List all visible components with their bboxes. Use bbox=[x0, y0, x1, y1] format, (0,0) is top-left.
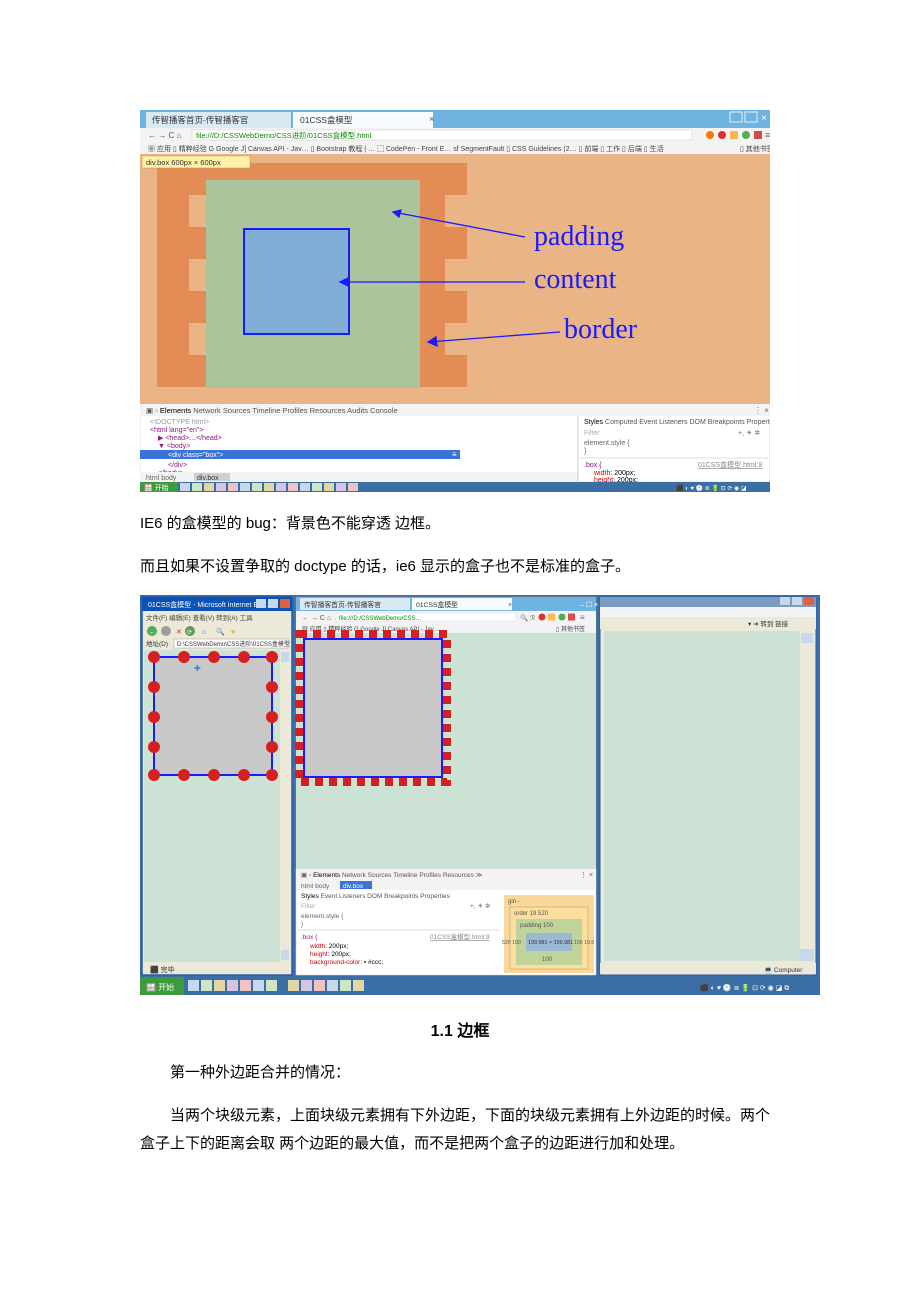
svg-text:传智播客首页-传智播客官: 传智播客首页-传智播客官 bbox=[304, 600, 381, 609]
svg-text:Filter: Filter bbox=[301, 903, 316, 910]
svg-text:background-color: ▪ #ccc;: background-color: ▪ #ccc; bbox=[310, 959, 383, 966]
svg-text:🔍 ℛ: 🔍 ℛ bbox=[520, 613, 536, 622]
svg-text:≡: ≡ bbox=[580, 613, 585, 622]
svg-text:.box {: .box { bbox=[584, 462, 602, 469]
svg-text:▯ 其他书签: ▯ 其他书签 bbox=[740, 144, 770, 153]
svg-text:01CSS盒模型: 01CSS盒模型 bbox=[416, 600, 458, 609]
svg-text:</div>: </div> bbox=[168, 462, 187, 469]
section-title-border: 1.1 边框 bbox=[0, 1017, 920, 1041]
figure-ie6-vs-chrome: www.bdocx.com 01CSS盒模型 - Microsoft Inter… bbox=[140, 595, 920, 995]
svg-text:▾ ➔ 转到 链接: ▾ ➔ 转到 链接 bbox=[748, 619, 789, 628]
svg-text:← → C ⌂: ← → C ⌂ bbox=[302, 615, 331, 622]
svg-text:520 100: 520 100 bbox=[502, 940, 521, 946]
svg-text:01CSS盒模型: 01CSS盒模型 bbox=[300, 115, 353, 125]
svg-text:×: × bbox=[761, 113, 767, 124]
svg-text:传智播客首页-传智播客官: 传智播客首页-传智播客官 bbox=[152, 115, 248, 125]
svg-text:.box {: .box { bbox=[301, 934, 318, 941]
svg-text:★: ★ bbox=[230, 628, 236, 636]
svg-text:文件(F) 编辑(E) 查看(V) 转到(A) 工具: 文件(F) 编辑(E) 查看(V) 转到(A) 工具 bbox=[146, 613, 253, 622]
svg-text:<div class="box">: <div class="box"> bbox=[168, 452, 223, 459]
svg-text:width: 200px;: width: 200px; bbox=[309, 943, 349, 950]
svg-text:+, ☀ ✲: +, ☀ ✲ bbox=[470, 902, 491, 910]
svg-text:html body: html body bbox=[146, 475, 177, 482]
svg-text:html body: html body bbox=[301, 883, 330, 890]
svg-text:⌂: ⌂ bbox=[202, 629, 206, 636]
svg-text:🔍: 🔍 bbox=[216, 627, 225, 636]
svg-text:▶ <head>…</head>: ▶ <head>…</head> bbox=[158, 435, 222, 442]
svg-text:▼ <body>: ▼ <body> bbox=[158, 443, 190, 450]
svg-text:01CSS盒模型.html:9: 01CSS盒模型.html:9 bbox=[698, 460, 762, 469]
svg-text:Filter: Filter bbox=[584, 430, 600, 437]
svg-text:⬛ 完毕: ⬛ 完毕 bbox=[150, 965, 175, 974]
svg-text:– ☐ ×: – ☐ × bbox=[580, 601, 598, 609]
svg-text:div.box: div.box bbox=[343, 883, 364, 890]
svg-text:⬛ ◐ ♥ 🕐 ≣ 🔋 ⊡ ⟳ ◉ ◪ ⧉: ⬛ ◐ ♥ 🕐 ≣ 🔋 ⊡ ⟳ ◉ ◪ ⧉ bbox=[700, 983, 789, 992]
svg-text:199.981 × 199.981: 199.981 × 199.981 bbox=[528, 940, 573, 946]
svg-text:01CSS盒模型.html:9: 01CSS盒模型.html:9 bbox=[430, 932, 490, 941]
svg-text:<html lang="en">: <html lang="en"> bbox=[150, 427, 203, 434]
paragraph-margin-collapse-desc: 当两个块级元素，上面块级元素拥有下外边距，下面的块级元素拥有上外边距的时候。两个… bbox=[140, 1102, 780, 1159]
svg-text:+, ☀ ✲: +, ☀ ✲ bbox=[738, 429, 760, 437]
svg-text:gin -: gin - bbox=[508, 899, 520, 905]
svg-text:D:\CSSWebDemo\CSS进阶\01CSS盒模型: D:\CSSWebDemo\CSS进阶\01CSS盒模型 bbox=[177, 640, 290, 648]
svg-text:地址(D): 地址(D) bbox=[146, 639, 168, 648]
svg-text:Styles Event Listeners DOM B: Styles Event Listeners DOM Breakpoints P… bbox=[301, 893, 451, 900]
svg-text:01CSS盒模型 - Microsoft Internet: 01CSS盒模型 - Microsoft Internet Ex… bbox=[148, 600, 269, 609]
svg-text:width: 200px;: width: 200px; bbox=[593, 470, 635, 477]
paragraph-doctype: 而且如果不设置争取的 doctype 的话，ie6 显示的盒子也不是标准的盒子。 bbox=[140, 553, 780, 582]
svg-text:⟳: ⟳ bbox=[187, 630, 192, 636]
svg-text:div.box 600px × 600px: div.box 600px × 600px bbox=[146, 158, 221, 167]
svg-text:element.style {: element.style { bbox=[301, 913, 344, 920]
svg-text:file:///D:/CSSWebDemo/CSS进阶/01: file:///D:/CSSWebDemo/CSS进阶/01CSS盒模型.htm… bbox=[196, 130, 372, 140]
svg-text:▣ ▫ Elements Network Source: ▣ ▫ Elements Network Sources Timeline Pr… bbox=[301, 872, 483, 879]
svg-text:💻 Computer: 💻 Computer bbox=[764, 967, 803, 974]
svg-text:✕: ✕ bbox=[176, 629, 182, 636]
paragraph-margin-collapse-intro: 第一种外边距合并的情况： bbox=[140, 1059, 780, 1088]
svg-text:border: border bbox=[564, 314, 638, 345]
svg-text:order 19.520: order 19.520 bbox=[514, 911, 549, 917]
svg-text:▣ ▫ Elements Network Sourc: ▣ ▫ Elements Network Sources Timeline Pr… bbox=[146, 406, 398, 415]
svg-text:≡: ≡ bbox=[765, 130, 770, 140]
svg-text:Styles Computed Event Listen: Styles Computed Event Listeners DOM Brea… bbox=[584, 419, 770, 426]
svg-text:←: ← bbox=[149, 629, 156, 636]
svg-text:content: content bbox=[534, 264, 617, 295]
svg-text:100 19.5: 100 19.5 bbox=[574, 940, 594, 946]
svg-text:padding: padding bbox=[534, 221, 624, 252]
svg-text:🪟 开始: 🪟 开始 bbox=[146, 982, 174, 992]
svg-text:padding 100: padding 100 bbox=[520, 923, 554, 929]
svg-text:height: 200px;: height: 200px; bbox=[310, 951, 351, 958]
svg-text:div.box: div.box bbox=[197, 475, 219, 482]
svg-text:×: × bbox=[508, 602, 512, 609]
svg-text:<!DOCTYPE html>: <!DOCTYPE html> bbox=[150, 419, 209, 426]
figure-box-model-chrome: 传智播客首页-传智播客官 01CSS盒模型 × × ← → C ⌂ file:/… bbox=[140, 110, 920, 492]
svg-text:⋮ ×: ⋮ × bbox=[580, 872, 593, 879]
svg-text:🪟 开始: 🪟 开始 bbox=[144, 483, 169, 492]
svg-text:100: 100 bbox=[542, 957, 553, 963]
svg-text:← → C ⌂: ← → C ⌂ bbox=[148, 131, 181, 140]
svg-text:⋮ ×: ⋮ × bbox=[754, 406, 769, 415]
paragraph-ie6-bug: IE6 的盒模型的 bug：背景色不能穿透 边框。 bbox=[140, 510, 780, 539]
svg-text:≡: ≡ bbox=[452, 450, 457, 459]
svg-text:element.style {: element.style { bbox=[584, 440, 630, 447]
svg-text:▯ 其他书签: ▯ 其他书签 bbox=[556, 625, 585, 633]
svg-text:▦ 应用 ▯ 精粹经验 G Google J] Can: ▦ 应用 ▯ 精粹经验 G Google J] Canvas API - Jav… bbox=[148, 144, 664, 153]
svg-text:×: × bbox=[429, 114, 434, 124]
svg-text:✚: ✚ bbox=[194, 664, 201, 673]
svg-text:file:///D:/CSSWebDemo/CSS…: file:///D:/CSSWebDemo/CSS… bbox=[339, 616, 422, 622]
